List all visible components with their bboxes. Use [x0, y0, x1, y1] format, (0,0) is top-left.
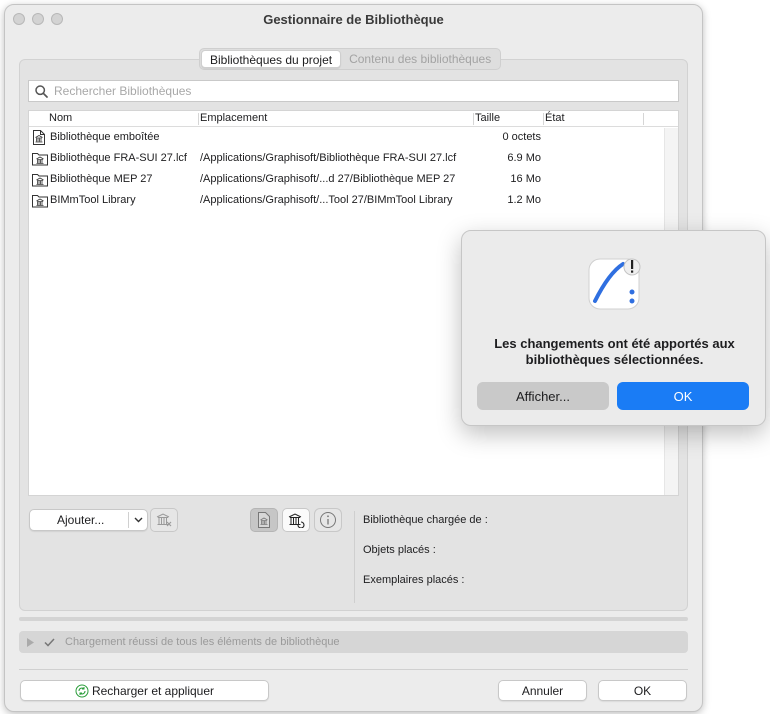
table-row[interactable]: Bibliothèque MEP 27 /Applications/Graphi… [29, 169, 678, 190]
add-library-dropdown[interactable]: Ajouter... [29, 509, 148, 531]
library-reload-button[interactable] [282, 508, 310, 532]
column-header-name[interactable]: Nom [49, 112, 72, 124]
close-window-button[interactable] [13, 13, 25, 25]
library-file-icon [258, 512, 270, 528]
column-divider [543, 113, 544, 125]
reload-apply-button[interactable]: Recharger et appliquer [20, 680, 269, 701]
column-header-state[interactable]: État [545, 112, 565, 124]
row-location: /Applications/Graphisoft/...d 27/Bibliot… [200, 173, 456, 185]
archicad-caution-icon [587, 255, 643, 311]
library-folder-icon [32, 172, 48, 190]
window-title: Gestionnaire de Bibliothèque [263, 11, 444, 27]
placed-objects-label: Objets placés : [363, 544, 436, 556]
details-divider [354, 511, 355, 603]
row-size: 16 Mo [510, 173, 541, 185]
library-folder-icon [32, 193, 48, 211]
row-name: Bibliothèque FRA-SUI 27.lcf [50, 152, 187, 164]
tab-library-contents[interactable]: Contenu des bibliothèques [341, 50, 499, 68]
checkmark-icon [44, 637, 55, 647]
alert-ok-button[interactable]: OK [617, 382, 749, 410]
status-text: Chargement réussi de tous les éléments d… [65, 636, 340, 648]
row-size: 0 octets [502, 131, 541, 143]
row-name: BIMmTool Library [50, 194, 136, 206]
add-library-label: Ajouter... [57, 513, 105, 527]
reload-apply-label: Recharger et appliquer [91, 683, 215, 698]
changes-applied-alert: Les changements ont été apportés aux bib… [461, 230, 766, 426]
table-row[interactable]: Bibliothèque emboîtée 0 octets [29, 127, 678, 148]
info-icon [320, 512, 336, 528]
column-header-size[interactable]: Taille [475, 112, 500, 124]
library-refresh-icon [288, 513, 305, 528]
search-input[interactable] [54, 84, 634, 98]
loading-progress-bar [19, 617, 688, 621]
zoom-window-button[interactable] [51, 13, 63, 25]
row-name: Bibliothèque emboîtée [50, 131, 160, 143]
tab-project-libraries[interactable]: Bibliothèques du projet [201, 50, 342, 68]
dropdown-divider [128, 512, 129, 528]
column-divider [473, 113, 474, 125]
row-name: Bibliothèque MEP 27 [50, 173, 153, 185]
row-size: 6.9 Mo [507, 152, 541, 164]
library-folder-icon [32, 151, 48, 169]
info-button[interactable] [314, 508, 342, 532]
minimize-window-button[interactable] [32, 13, 44, 25]
column-header-location[interactable]: Emplacement [200, 112, 267, 124]
refresh-icon [75, 684, 89, 697]
cancel-button[interactable]: Annuler [498, 680, 587, 701]
table-row[interactable]: BIMmTool Library /Applications/Graphisof… [29, 190, 678, 211]
search-icon [35, 84, 48, 98]
library-loaded-from-label: Bibliothèque chargée de : [363, 514, 488, 526]
row-location: /Applications/Graphisoft/Bibliothèque FR… [200, 152, 457, 164]
show-button[interactable]: Afficher... [477, 382, 609, 410]
chevron-down-icon [134, 517, 143, 523]
window-controls [13, 13, 63, 25]
table-header: Nom Emplacement Taille État [29, 111, 678, 127]
footer-divider [19, 669, 688, 670]
row-location: /Applications/Graphisoft/...Tool 27/BIMm… [200, 194, 453, 206]
library-file-view-button[interactable] [250, 508, 278, 532]
status-bar: Chargement réussi de tous les éléments d… [19, 631, 688, 653]
row-size: 1.2 Mo [507, 194, 541, 206]
alert-message: Les changements ont été apportés aux bib… [494, 336, 735, 367]
library-remove-icon [156, 513, 172, 527]
library-file-icon [32, 130, 46, 148]
title-bar: Gestionnaire de Bibliothèque [5, 5, 702, 33]
ok-button[interactable]: OK [598, 680, 687, 701]
placed-instances-label: Exemplaires placés : [363, 574, 465, 586]
remove-library-button[interactable] [150, 508, 178, 532]
column-divider [643, 113, 644, 125]
column-divider [198, 113, 199, 125]
tab-bar: Bibliothèques du projet Contenu des bibl… [199, 48, 502, 70]
disclosure-triangle-icon[interactable] [27, 637, 34, 647]
table-row[interactable]: Bibliothèque FRA-SUI 27.lcf /Application… [29, 148, 678, 169]
search-field[interactable] [28, 80, 679, 102]
